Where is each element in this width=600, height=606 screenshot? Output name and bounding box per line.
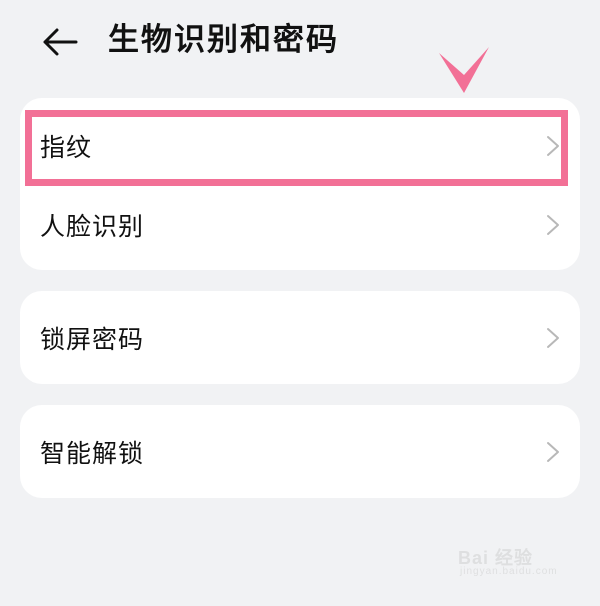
list-item-label: 智能解锁 bbox=[40, 439, 145, 468]
chevron-right-icon bbox=[547, 442, 559, 462]
chevron-right-icon bbox=[547, 136, 559, 156]
watermark: Bai 经验 jingyan.baidu.com bbox=[458, 540, 568, 580]
settings-card-lock-password: 锁屏密码 bbox=[20, 291, 580, 384]
list-item-fingerprint[interactable]: 指纹 bbox=[20, 103, 580, 189]
list-item-label: 锁屏密码 bbox=[40, 325, 145, 354]
list-item-smart-unlock[interactable]: 智能解锁 bbox=[20, 409, 580, 495]
watermark-logo: Bai 经验 bbox=[458, 548, 534, 568]
watermark-url: jingyan.baidu.com bbox=[460, 566, 558, 577]
list-item-label: 指纹 bbox=[40, 133, 93, 162]
list-item-label: 人脸识别 bbox=[40, 212, 145, 241]
page-title: 生物识别和密码 bbox=[108, 22, 339, 58]
list-item-face-recognition[interactable]: 人脸识别 bbox=[20, 182, 580, 268]
list-item-lock-screen-password[interactable]: 锁屏密码 bbox=[20, 295, 580, 381]
arrow-left-icon bbox=[43, 28, 78, 56]
header-bar: 生物识别和密码 bbox=[0, 0, 600, 90]
settings-card-biometrics: 指纹 人脸识别 bbox=[20, 98, 580, 270]
back-button[interactable] bbox=[36, 20, 84, 64]
chevron-right-icon bbox=[547, 215, 559, 235]
settings-card-smart-unlock: 智能解锁 bbox=[20, 405, 580, 498]
chevron-right-icon bbox=[547, 328, 559, 348]
